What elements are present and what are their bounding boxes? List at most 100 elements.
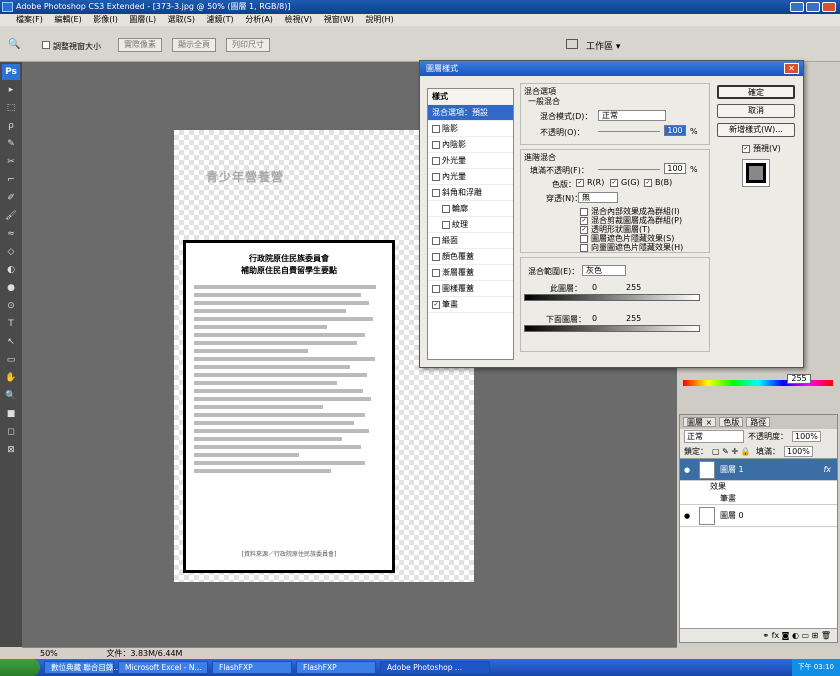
channel-r-checkbox[interactable]: ✓: [576, 178, 584, 187]
channel-r[interactable]: ✓ R(R): [576, 178, 604, 187]
tab-layers[interactable]: 圖層 ×: [683, 417, 717, 427]
style-stroke[interactable]: ✓ 筆畫: [428, 297, 513, 313]
close-button[interactable]: [822, 2, 836, 12]
new-style-button[interactable]: 新增樣式(W)...: [717, 123, 795, 137]
style-outer-glow[interactable]: 外光暈: [428, 153, 513, 169]
fit-screen-button[interactable]: 顯示全頁: [172, 38, 216, 52]
zoom-tool-icon[interactable]: 🔍: [2, 388, 20, 404]
style-gradient-overlay[interactable]: 漸層覆蓋: [428, 265, 513, 281]
stroke-effect-row[interactable]: 筆畫: [680, 493, 837, 505]
preview-checkbox[interactable]: ✓: [742, 144, 750, 153]
move-tool-icon[interactable]: ▸: [2, 82, 20, 98]
start-button[interactable]: [0, 659, 40, 676]
path-selection-tool-icon[interactable]: ↖: [2, 334, 20, 350]
style-checkbox[interactable]: [442, 204, 450, 213]
gradient-tool-icon[interactable]: ●: [2, 280, 20, 296]
channel-b[interactable]: ✓ B(B): [644, 178, 672, 187]
fx-icon[interactable]: fx: [823, 465, 831, 474]
style-checkbox[interactable]: [432, 284, 440, 293]
layer-row-1[interactable]: ● 圖層 1 fx: [680, 459, 837, 481]
style-texture[interactable]: 紋理: [428, 217, 513, 233]
tab-channels[interactable]: 色版: [719, 417, 744, 427]
clone-stamp-tool-icon[interactable]: ≈: [2, 226, 20, 242]
style-inner-shadow[interactable]: 內陰影: [428, 137, 513, 153]
brush-tool-icon[interactable]: 🖌: [2, 208, 20, 224]
eraser-tool-icon[interactable]: ◐: [2, 262, 20, 278]
this-layer-gradient[interactable]: [524, 294, 700, 301]
color-value[interactable]: 255: [787, 374, 811, 384]
channel-g[interactable]: ✓ G(G): [610, 178, 640, 187]
style-pattern-overlay[interactable]: 圖樣覆蓋: [428, 281, 513, 297]
style-checkbox[interactable]: [432, 188, 440, 197]
effects-row[interactable]: 效果: [680, 481, 837, 493]
print-size-button[interactable]: 列印尺寸: [226, 38, 270, 52]
style-checkbox[interactable]: [432, 124, 440, 133]
maximize-button[interactable]: [806, 2, 820, 12]
style-checkbox[interactable]: [432, 236, 440, 245]
menu-analysis[interactable]: 分析(A): [245, 15, 273, 24]
lasso-tool-icon[interactable]: ρ: [2, 118, 20, 134]
actual-pixels-button[interactable]: 實際像素: [118, 38, 162, 52]
blend-mode-select[interactable]: 正常: [598, 110, 666, 121]
fill-opacity-input[interactable]: 100: [664, 163, 686, 174]
ok-button[interactable]: 確定: [717, 85, 795, 99]
style-bevel-emboss[interactable]: 斜角和浮雕: [428, 185, 513, 201]
layer-row-0[interactable]: ● 圖層 0: [680, 505, 837, 527]
eye-icon[interactable]: ●: [684, 512, 694, 520]
eye-icon[interactable]: ●: [684, 466, 694, 474]
shape-tool-icon[interactable]: ▭: [2, 352, 20, 368]
option-vector-mask-hides[interactable]: 向量圖遮色片隱藏效果(H): [580, 242, 683, 253]
style-checkbox[interactable]: [432, 268, 440, 277]
color-swatch-icon[interactable]: ■: [2, 406, 20, 422]
taskbar-item[interactable]: 數位典藏 聯合目錄...: [44, 661, 121, 674]
opacity-input[interactable]: 100: [664, 125, 686, 136]
blend-if-select[interactable]: 灰色: [582, 265, 626, 276]
style-checkbox[interactable]: [432, 172, 440, 181]
tab-paths[interactable]: 路徑: [746, 417, 771, 427]
marquee-tool-icon[interactable]: ⬚: [2, 100, 20, 116]
workspace-menu[interactable]: 工作區 ▾: [586, 39, 620, 52]
healing-brush-tool-icon[interactable]: ✐: [2, 190, 20, 206]
history-brush-tool-icon[interactable]: ◇: [2, 244, 20, 260]
style-checkbox[interactable]: [432, 156, 440, 165]
style-contour[interactable]: 輪廓: [428, 201, 513, 217]
menu-image[interactable]: 影像(I): [93, 15, 118, 24]
taskbar-item[interactable]: Microsoft Excel - N...: [118, 661, 208, 674]
dialog-close-icon[interactable]: ✕: [784, 63, 799, 74]
crop-tool-icon[interactable]: ✂: [2, 154, 20, 170]
system-tray-clock[interactable]: 下午 03:10: [791, 659, 840, 676]
fill-opacity-slider[interactable]: [598, 169, 660, 170]
style-checkbox[interactable]: ✓: [432, 300, 440, 309]
slice-tool-icon[interactable]: ⌐: [2, 172, 20, 188]
channel-g-checkbox[interactable]: ✓: [610, 178, 618, 187]
option-checkbox[interactable]: [580, 243, 588, 252]
taskbar-item[interactable]: FlashFXP: [212, 661, 292, 674]
menu-file[interactable]: 檔案(F): [16, 15, 43, 24]
dodge-tool-icon[interactable]: ⊙: [2, 298, 20, 314]
magic-wand-tool-icon[interactable]: ✎: [2, 136, 20, 152]
channel-b-checkbox[interactable]: ✓: [644, 178, 652, 187]
style-inner-glow[interactable]: 內光暈: [428, 169, 513, 185]
menu-window[interactable]: 視窗(W): [324, 15, 354, 24]
hand-tool-icon[interactable]: ✋: [2, 370, 20, 386]
blend-mode-select[interactable]: 正常: [684, 430, 744, 443]
menu-layer[interactable]: 圖層(L): [129, 15, 156, 24]
style-checkbox[interactable]: [442, 220, 450, 229]
style-satin[interactable]: 緞面: [428, 233, 513, 249]
opacity-input[interactable]: 100%: [792, 431, 821, 442]
style-drop-shadow[interactable]: 陰影: [428, 121, 513, 137]
lock-icons[interactable]: ▢ ✎ ✛ 🔒: [712, 447, 752, 456]
style-blending-options[interactable]: 混合選項：預設: [428, 105, 513, 121]
resize-windows-checkbox[interactable]: [42, 41, 50, 49]
underlying-layer-gradient[interactable]: [524, 325, 700, 332]
fill-input[interactable]: 100%: [784, 445, 813, 457]
knockout-select[interactable]: 無: [578, 192, 618, 203]
menu-help[interactable]: 說明(H): [365, 15, 393, 24]
zoom-level[interactable]: 50%: [40, 649, 58, 658]
zoom-tool-icon[interactable]: 🔍: [8, 39, 20, 50]
opacity-slider[interactable]: [598, 131, 660, 132]
menu-view[interactable]: 檢視(V): [284, 15, 312, 24]
menu-edit[interactable]: 編輯(E): [54, 15, 81, 24]
style-color-overlay[interactable]: 顏色覆蓋: [428, 249, 513, 265]
text-tool-icon[interactable]: T: [2, 316, 20, 332]
